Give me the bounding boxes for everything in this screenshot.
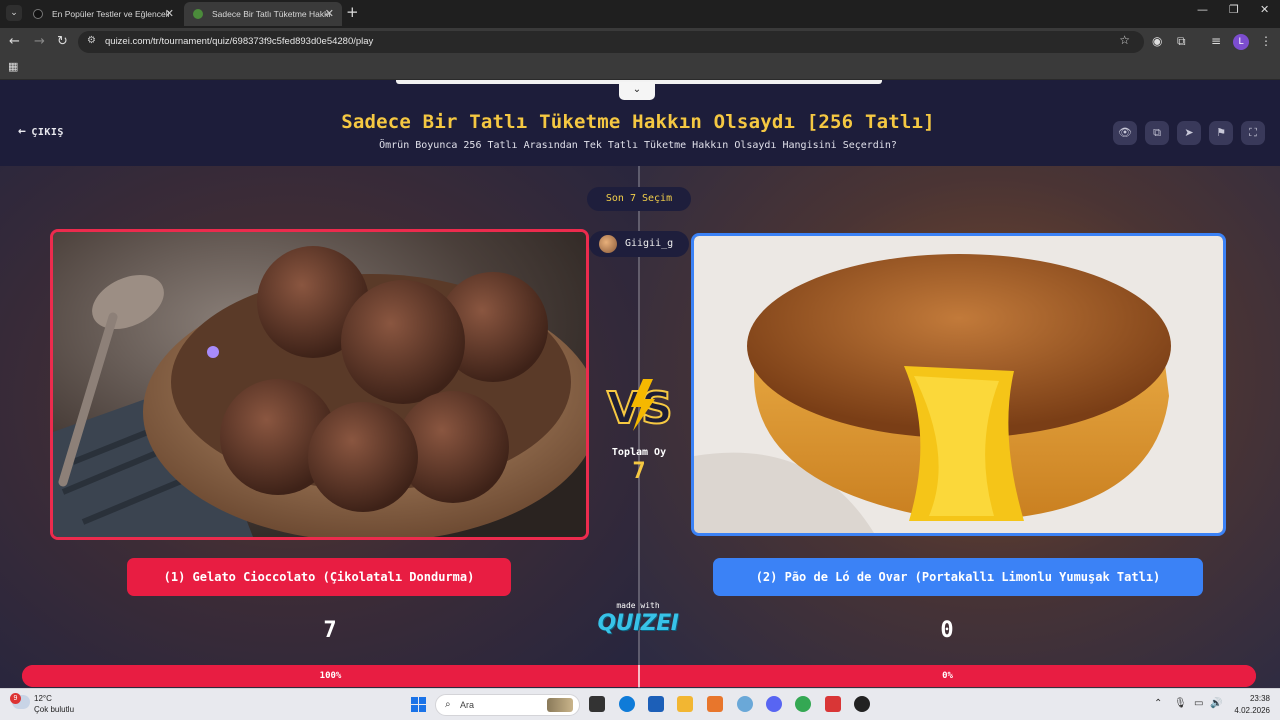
reload-icon[interactable]: ↻ (57, 34, 68, 49)
weather-condition: Çok bulutlu (34, 705, 75, 714)
avatar (599, 235, 617, 253)
close-tab-icon[interactable]: ✕ (165, 2, 174, 26)
extension-icon[interactable]: ◉ (1152, 34, 1162, 48)
close-window-icon[interactable]: ✕ (1260, 3, 1269, 16)
omnibox[interactable]: ⚙ quizei.com/tr/tournament/quiz/698373f9… (78, 31, 1144, 53)
system-clock[interactable]: 23:38 4.02.2026 (1226, 693, 1270, 717)
vote-progress-bar: 100% 0% (22, 665, 1256, 687)
flag-icon[interactable]: ⚑ (1209, 121, 1233, 145)
share-icon[interactable]: ⧉ (1145, 121, 1169, 145)
profile-avatar[interactable]: L (1233, 34, 1249, 50)
clock-time: 23:38 (1249, 694, 1270, 703)
quizei-logo[interactable]: QUIZEI (592, 611, 684, 636)
quiz-header: ⌄ ← ÇIKIŞ Sadece Bir Tatlı Tüketme Hakkın… (0, 80, 1280, 166)
app-a-icon[interactable] (707, 696, 723, 712)
clock-date: 4.02.2026 (1234, 706, 1270, 715)
browser-tab-2-active[interactable]: Sadece Bir Tatlı Tüketme Hakkı ✕ (184, 2, 342, 26)
weather-widget[interactable]: 9 12°C Çok bulutlu (10, 693, 90, 717)
volume-icon[interactable]: 🔊 (1210, 698, 1222, 709)
file-explorer-icon[interactable] (677, 696, 693, 712)
back-icon[interactable]: ← (9, 34, 20, 49)
quiz-subtitle: Ömrün Boyunca 256 Tatlı Arasından Tek Ta… (379, 140, 897, 151)
chrome-icon[interactable] (795, 696, 811, 712)
quiz-title: Sadece Bir Tatlı Tüketme Hakkın Olsaydı … (341, 111, 935, 133)
total-votes-count: 7 (632, 459, 646, 484)
windows-taskbar: 9 12°C Çok bulutlu ⌕ Ara ⌃ 🎙 ▭ 🔊 23:38 4… (0, 688, 1280, 720)
pao-de-lo-cake-illustration (694, 236, 1223, 533)
quiz-page: ⌄ ← ÇIKIŞ Sadece Bir Tatlı Tüketme Hakkın… (0, 80, 1280, 688)
new-tab-icon[interactable]: + (346, 3, 359, 21)
chevron-up-icon[interactable]: ⌃ (1154, 698, 1162, 709)
tab-favicon (33, 9, 43, 19)
fullscreen-icon[interactable]: ⛶ (1241, 121, 1265, 145)
address-bar-row: ← → ↻ ⚙ quizei.com/tr/tournament/quiz/69… (0, 28, 1280, 56)
option-2-percent: 0% (942, 671, 953, 681)
browser-tab-1[interactable]: En Popüler Testler ve Eğlenceli ✕ (24, 2, 182, 26)
microphone-icon[interactable]: 🎙 (1174, 698, 1187, 709)
notification-badge: 9 (10, 693, 21, 704)
option-1-votes: 7 (323, 618, 337, 643)
app-black-icon[interactable] (854, 696, 870, 712)
search-icon: ⌕ (445, 699, 451, 710)
option-1-percent: 100% (319, 671, 342, 681)
weather-temp: 12°C (34, 694, 52, 703)
close-tab-icon[interactable]: ✕ (325, 2, 334, 26)
send-icon[interactable]: ➤ (1177, 121, 1201, 145)
tab-title: Sadece Bir Tatlı Tüketme Hakkı (212, 9, 331, 19)
site-info-icon[interactable]: ⚙ (87, 35, 96, 46)
option-2-votes: 0 (940, 618, 954, 643)
windows-start-icon[interactable] (411, 697, 427, 713)
tab-search-icon[interactable]: ⌄ (6, 5, 22, 21)
option-1-image-card[interactable] (50, 229, 589, 540)
task-view-icon[interactable] (589, 696, 605, 712)
search-highlight-image (547, 698, 573, 712)
vs-lightning-icon: VS (606, 379, 674, 435)
discord-icon[interactable] (766, 696, 782, 712)
tab-favicon (193, 9, 203, 19)
user-pill[interactable]: Giigii_g (589, 231, 689, 257)
app-settings-icon[interactable] (737, 696, 753, 712)
tab-title: En Popüler Testler ve Eğlenceli (52, 9, 170, 19)
menu-kebab-icon[interactable]: ⋮ (1260, 34, 1272, 48)
option-2-image-card[interactable] (691, 233, 1226, 536)
app-red-icon[interactable] (825, 696, 841, 712)
last-choices-pill[interactable]: Son 7 Seçim (587, 187, 691, 211)
search-placeholder: Ara (460, 700, 475, 710)
minimize-icon[interactable]: — (1197, 3, 1208, 16)
forward-icon[interactable]: → (34, 34, 45, 49)
option-2-button[interactable]: (2) Pão de Ló de Ovar (Portakallı Limonl… (713, 558, 1203, 596)
bookmark-star-icon[interactable]: ☆ (1119, 33, 1130, 47)
chevron-down-icon[interactable]: ⌄ (619, 82, 655, 100)
store-icon[interactable] (648, 696, 664, 712)
chocolate-ice-cream-illustration (53, 232, 586, 537)
reading-list-icon[interactable]: ≡ (1211, 34, 1221, 48)
browser-tab-strip: ⌄ En Popüler Testler ve Eğlenceli ✕ Sade… (0, 0, 1280, 28)
puzzle-icon[interactable]: ⧉ (1177, 34, 1186, 49)
taskbar-search[interactable]: ⌕ Ara (435, 694, 580, 716)
eye-icon[interactable]: 👁 (1113, 121, 1137, 145)
option-1-button[interactable]: (1) Gelato Cioccolato (Çikolatalı Dondur… (127, 558, 511, 596)
bookmarks-bar: ▦ (0, 56, 1280, 80)
display-icon[interactable]: ▭ (1194, 698, 1203, 709)
username: Giigii_g (625, 238, 674, 249)
made-with-label: made with (616, 601, 660, 610)
apps-grid-icon[interactable]: ▦ (8, 60, 18, 73)
total-votes-label: Toplam Oy (611, 447, 667, 458)
restore-icon[interactable]: ❐ (1229, 3, 1239, 16)
edge-icon[interactable] (619, 696, 635, 712)
url-text[interactable]: quizei.com/tr/tournament/quiz/698373f9c5… (105, 31, 373, 53)
